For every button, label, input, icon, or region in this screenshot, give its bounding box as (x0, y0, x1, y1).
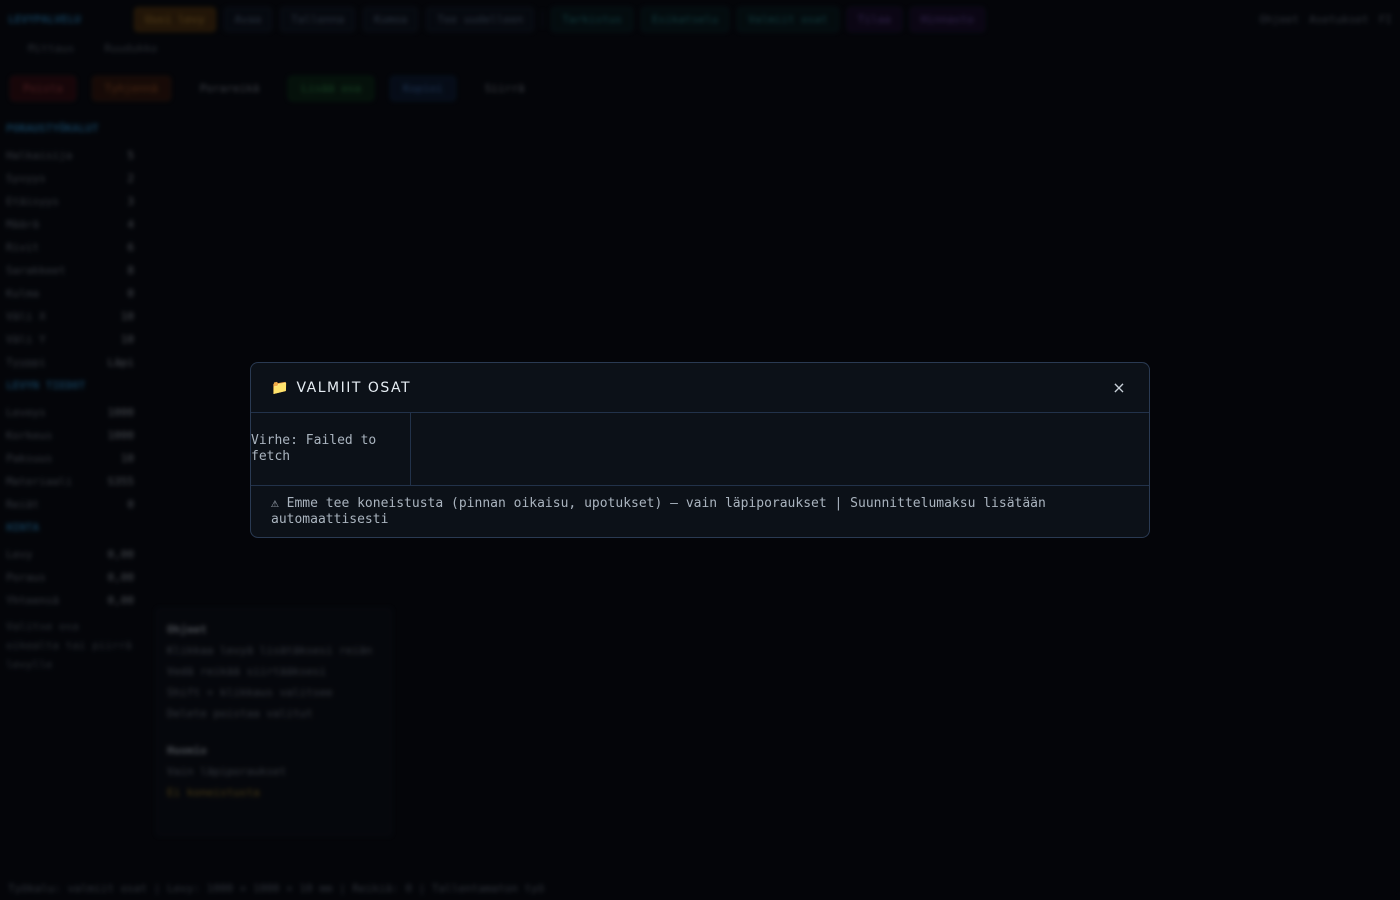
error-message: Virhe: Failed to fetch (251, 433, 377, 464)
parts-list-panel: Virhe: Failed to fetch (251, 413, 411, 485)
dialog-footer-notice: ⚠ Emme tee koneistusta (pinnan oikaisu, … (271, 496, 1046, 527)
folder-icon: 📁 (271, 379, 289, 396)
close-button[interactable]: × (1109, 378, 1129, 398)
dialog-header: 📁 VALMIIT OSAT × (251, 363, 1149, 413)
dialog-body: Virhe: Failed to fetch (251, 413, 1149, 486)
part-preview-panel (411, 413, 1149, 485)
dialog-title: VALMIIT OSAT (296, 379, 412, 396)
ready-parts-dialog: 📁 VALMIIT OSAT × Virhe: Failed to fetch … (250, 362, 1150, 538)
